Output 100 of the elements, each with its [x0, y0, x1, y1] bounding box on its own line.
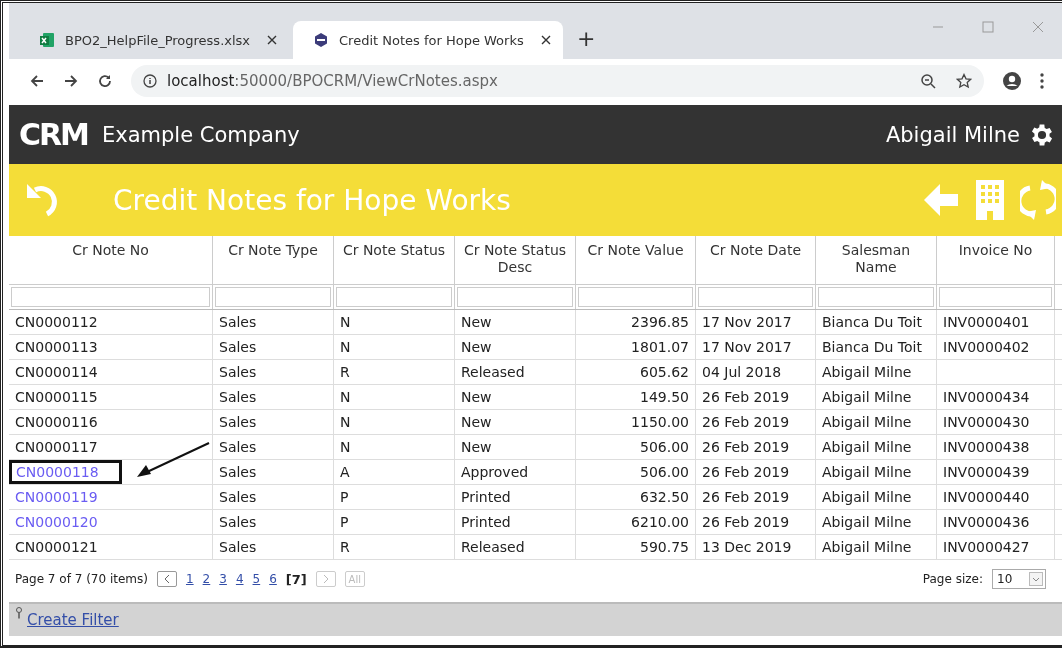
browser-tab[interactable]: BPO2_HelpFile_Progress.xlsx: [19, 21, 289, 59]
table-cell: R: [340, 539, 350, 555]
table-cell: CN0000117: [15, 439, 98, 455]
column-header[interactable]: Cr Note Status Desc: [455, 236, 576, 284]
caret-icon: [1029, 572, 1043, 586]
table-cell: New: [461, 414, 492, 430]
filter-field[interactable]: [11, 287, 210, 307]
forward-icon[interactable]: [63, 73, 79, 89]
table-cell: New: [461, 314, 492, 330]
table-cell: R: [340, 364, 350, 380]
table-cell: INV0000401: [943, 314, 1030, 330]
account-icon[interactable]: [1002, 71, 1022, 91]
table-cell: Abigail Milne: [822, 439, 912, 455]
chevron-left-icon: [162, 574, 171, 584]
table-cell: CN0000116: [15, 414, 98, 430]
column-header[interactable]: Cr Note Date: [696, 236, 816, 284]
table-cell: Abigail Milne: [822, 464, 912, 480]
column-header[interactable]: Cr Note Type: [213, 236, 334, 284]
zoom-icon[interactable]: [920, 73, 936, 89]
star-icon[interactable]: [956, 73, 972, 89]
filter-field[interactable]: [578, 287, 693, 307]
table-cell: Sales: [219, 539, 257, 555]
filter-field[interactable]: [457, 287, 573, 307]
page-title: Credit Notes for Hope Works: [113, 183, 511, 217]
table-cell: Sales: [219, 314, 257, 330]
table-cell: 17 Nov 2017: [702, 314, 792, 330]
table-cell: 04 Jul 2018: [702, 364, 782, 380]
table-cell: INV0000434: [943, 389, 1030, 405]
table-cell: Abigail Milne: [822, 364, 912, 380]
logo: CRM: [19, 117, 88, 152]
credit-note-link[interactable]: CN0000119: [15, 489, 98, 505]
table-cell: Released: [461, 364, 525, 380]
refresh-icon[interactable]: [1020, 180, 1056, 220]
back-arrow-icon[interactable]: [922, 182, 960, 218]
table-cell: CN0000112: [15, 314, 98, 330]
column-header[interactable]: Cr Note No: [9, 236, 213, 284]
filter-field[interactable]: [698, 287, 813, 307]
previous-page-button[interactable]: [156, 571, 177, 587]
table-cell: N: [340, 414, 351, 430]
table-cell: Approved: [461, 464, 529, 480]
info-icon: [143, 74, 157, 88]
table-cell: P: [340, 489, 349, 505]
table-cell: INV0000438: [943, 439, 1030, 455]
table-cell: CN0000113: [15, 339, 98, 355]
table-cell: 26 Feb 2019: [702, 489, 790, 505]
table-cell: Printed: [461, 514, 511, 530]
table-cell: Released: [461, 539, 525, 555]
table-cell: INV0000427: [943, 539, 1030, 555]
column-header[interactable]: Cr Note Value: [576, 236, 696, 284]
column-header[interactable]: Cr Note Status: [334, 236, 455, 284]
table-cell: 26 Feb 2019: [702, 389, 790, 405]
page-link[interactable]: 2: [202, 572, 211, 586]
page-link[interactable]: 5: [252, 572, 261, 586]
page-link[interactable]: 4: [235, 572, 244, 586]
address-field[interactable]: localhost:50000/BPOCRM/ViewCrNotes.aspx: [131, 65, 984, 97]
company-name: Example Company: [102, 122, 300, 147]
table-cell: Sales: [219, 464, 257, 480]
close-icon[interactable]: [541, 35, 551, 45]
column-header[interactable]: Salesman Name: [816, 236, 937, 284]
table-cell: Abigail Milne: [822, 514, 912, 530]
column-header[interactable]: Invoice No: [937, 236, 1055, 284]
page-link[interactable]: 3: [219, 572, 227, 586]
maximize-icon[interactable]: [982, 21, 994, 33]
table-cell: INV0000402: [943, 339, 1030, 355]
filter-field[interactable]: [215, 287, 331, 307]
table-cell: 26 Feb 2019: [702, 414, 790, 430]
table-cell: Abigail Milne: [822, 389, 912, 405]
table-cell: INV0000436: [943, 514, 1030, 530]
close-icon[interactable]: [267, 35, 277, 45]
new-tab-button[interactable]: +: [577, 26, 596, 51]
table-cell: N: [340, 314, 351, 330]
page-link[interactable]: 6: [269, 572, 277, 586]
reload-icon[interactable]: [97, 73, 113, 89]
page-link[interactable]: 1: [185, 572, 194, 586]
building-icon[interactable]: [976, 180, 1004, 220]
credit-note-link[interactable]: CN0000120: [15, 514, 98, 530]
back-icon[interactable]: [29, 73, 45, 89]
table-cell: New: [461, 389, 492, 405]
user-name[interactable]: Abigail Milne: [885, 122, 1020, 147]
table-cell: Sales: [219, 364, 257, 380]
table-cell: Sales: [219, 414, 257, 430]
credit-note-link[interactable]: CN0000118: [9, 460, 122, 484]
page-link[interactable]: [7]: [285, 571, 307, 587]
table-cell: Sales: [219, 439, 257, 455]
pager-summary: Page 7 of 7 (70 items): [15, 572, 148, 586]
table-cell: 149.50: [640, 389, 689, 405]
page-size-dropdown[interactable]: 10: [992, 569, 1046, 589]
table-cell: Sales: [219, 339, 257, 355]
table-cell: New: [461, 339, 492, 355]
filter-icon: [15, 607, 23, 619]
table-cell: N: [340, 439, 351, 455]
create-filter-link[interactable]: Create Filter: [27, 611, 119, 629]
filter-field[interactable]: [336, 287, 452, 307]
filter-field[interactable]: [939, 287, 1052, 307]
table-cell: N: [340, 339, 351, 355]
table-cell: 13 Dec 2019: [702, 539, 792, 555]
menu-icon[interactable]: [1040, 73, 1044, 89]
table-cell: Abigail Milne: [822, 489, 912, 505]
filter-field[interactable]: [818, 287, 934, 307]
browser-tab[interactable]: Credit Notes for Hope Works: [293, 21, 563, 59]
